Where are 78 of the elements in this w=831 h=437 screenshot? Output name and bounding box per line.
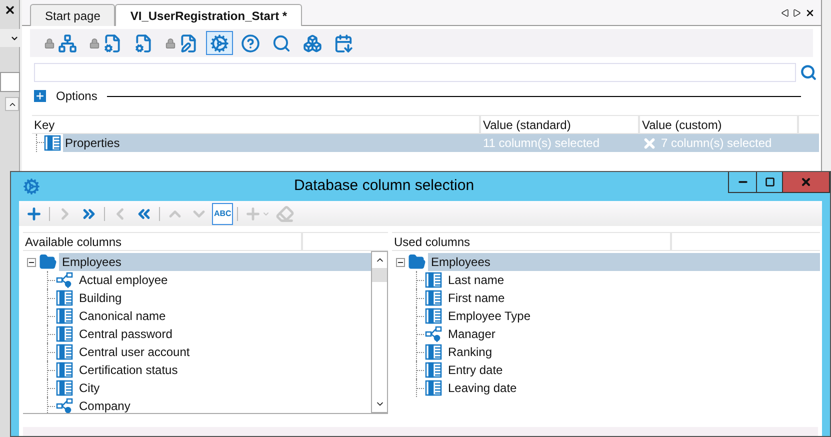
tree-item[interactable]: Manager [448,325,496,343]
plus-icon [25,204,43,222]
close-button[interactable] [783,172,829,192]
tree-item[interactable]: Company [79,397,130,413]
hierarchy-icon [58,34,77,52]
tree-item[interactable]: First name [448,289,505,307]
table-cell-text: 7 column(s) selected [661,135,772,152]
tree-item[interactable]: Central password [79,325,172,343]
relation-icon [56,398,73,413]
tree-item[interactable]: Employees [428,253,820,271]
plus-icon [244,204,262,222]
toolbar-button[interactable] [206,31,233,55]
help-icon [241,34,260,52]
tree-item[interactable]: Employee Type [448,307,530,325]
document-tab[interactable]: Start page [30,4,116,26]
collapse-icon[interactable] [396,258,405,266]
search-icon[interactable] [800,64,817,81]
lock-icon [89,38,100,48]
relation-icon [425,326,442,342]
gear-icon [210,34,229,52]
caret-icon [262,210,270,218]
collapse-icon[interactable] [27,258,36,266]
column-icon [56,344,73,360]
close-icon [800,176,812,188]
scroll-left-icon[interactable] [781,8,789,16]
tree-item[interactable]: Building [79,289,122,307]
close-icon[interactable] [4,4,16,16]
tree-item[interactable]: Leaving date [448,379,517,397]
folder-icon [408,253,426,271]
search-field[interactable] [34,63,796,82]
relation-icon [56,272,73,288]
column-header[interactable]: Used columns [392,233,672,251]
scrollbar[interactable] [371,251,388,413]
column-header[interactable]: Available columns [23,233,303,251]
input-field[interactable] [0,72,20,92]
calendar-icon [334,34,353,52]
folder-icon [39,253,57,271]
tree-item[interactable]: Entry date [448,361,503,379]
lock-icon [165,38,176,48]
table-cell[interactable]: Properties [63,134,481,152]
column-icon [425,362,442,378]
column-icon [425,290,442,306]
column-icon [56,326,73,342]
tree-item[interactable]: City [79,379,100,397]
expand-icon[interactable] [34,90,46,102]
column-icon [56,362,73,378]
cubes-icon [303,34,322,52]
dropdown-field[interactable] [0,29,20,47]
column-icon [56,308,73,324]
table-cell: 11 column(s) selected [481,134,640,152]
eraser-icon [276,204,294,222]
maximize-icon [764,177,774,187]
close-icon[interactable] [805,8,815,18]
tree-item[interactable]: Central user account [79,343,190,361]
dialog-title: Database column selection [292,176,476,196]
section-label: Options [56,88,98,105]
tree-item[interactable]: Ranking [448,343,492,361]
lock-icon [44,38,55,48]
toolbar-button[interactable]: ABC [212,202,234,224]
document-edit-icon [179,34,198,52]
tree-item[interactable]: Canonical name [79,307,166,325]
tree-item[interactable]: Certification status [79,361,178,379]
scroll-thumb[interactable] [372,268,387,282]
tree-item[interactable]: Employees [59,253,371,271]
column-icon [44,135,61,151]
scroll-up-button[interactable] [5,97,19,111]
gear-icon [23,178,40,195]
search-icon [272,34,291,52]
column-icon [56,290,73,306]
tree-item[interactable]: Last name [448,271,504,289]
tree-item[interactable]: Actual employee [79,271,168,289]
column-icon [425,272,442,288]
column-icon [425,308,442,324]
column-icon [425,380,442,396]
scroll-right-icon[interactable] [793,8,801,16]
column-icon [425,344,442,360]
document-tab[interactable]: VI_UserRegistration_Start * [115,4,302,26]
column-icon [56,380,73,396]
